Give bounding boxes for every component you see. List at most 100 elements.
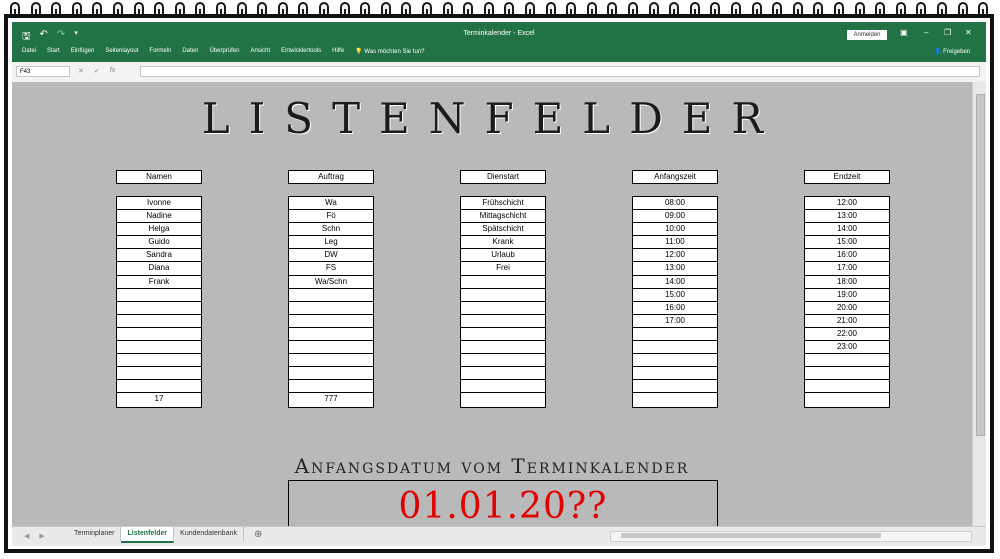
list-cell[interactable]: 10:00 [633,223,717,237]
horizontal-scrollbar[interactable] [610,531,972,542]
tell-me-search[interactable]: 💡 Was möchten Sie tun? [355,48,424,55]
list-cell[interactable]: Mittagschicht [461,210,545,224]
list-cell[interactable] [289,367,373,381]
list-cell[interactable]: 17:00 [633,315,717,328]
list-cell[interactable] [805,354,889,368]
list-box[interactable]: 08:00 09:00 10:00 11:00 12:00 13:00 14:00 15:00… [632,196,718,408]
sheet-tab[interactable]: Terminplaner [68,527,122,541]
list-cell[interactable] [289,354,373,368]
list-cell[interactable]: 13:00 [633,262,717,276]
list-cell[interactable]: Wa/Schn [289,276,373,289]
cancel-icon[interactable]: ✕ [78,67,84,75]
list-cell[interactable]: 14:00 [633,276,717,289]
list-cell[interactable] [633,354,717,368]
list-cell[interactable]: DW [289,249,373,263]
list-cell[interactable]: 18:00 [805,276,889,289]
worksheet-area[interactable]: LISTENFELDER Namen Ivonne Nadine Helga Guido… [12,82,972,534]
list-cell[interactable]: 17:00 [805,262,889,276]
list-cell[interactable]: Fö [289,210,373,224]
list-cell[interactable] [289,289,373,302]
formula-input[interactable] [140,66,980,77]
list-cell[interactable]: Leg [289,236,373,250]
list-cell[interactable]: 13:00 [805,210,889,224]
list-cell[interactable]: Frei [461,262,545,276]
list-cell[interactable]: Schn [289,223,373,237]
close-icon[interactable]: ✕ [965,28,972,37]
list-cell[interactable] [461,328,545,342]
list-cell[interactable] [289,341,373,355]
list-cell[interactable]: 777 [289,393,373,406]
list-cell[interactable] [117,367,201,381]
share-button[interactable]: 👤 Freigeben [934,48,970,55]
list-cell[interactable]: 23:00 [805,341,889,355]
list-box[interactable]: 12:00 13:00 14:00 15:00 16:00 17:00 18:00 19:00… [804,196,890,408]
list-cell[interactable] [117,380,201,394]
menu-item[interactable]: Ansicht [250,48,270,55]
list-cell[interactable] [117,302,201,315]
list-cell[interactable] [461,302,545,315]
sheet-tab[interactable]: Kundendatenbank [174,527,244,541]
list-cell[interactable] [805,367,889,381]
menu-item[interactable]: Hilfe [332,48,344,55]
ribbon-display-icon[interactable]: ▣ [900,28,908,37]
list-cell[interactable]: 21:00 [805,315,889,328]
list-cell[interactable] [461,289,545,302]
list-cell[interactable] [117,289,201,302]
list-cell[interactable]: Helga [117,223,201,237]
list-cell[interactable]: 09:00 [633,210,717,224]
menu-item[interactable]: Datei [22,48,36,55]
list-box[interactable]: Frühschicht Mittagschicht Spätschicht Krank… [460,196,546,408]
sign-in-button[interactable]: Anmelden [847,30,887,40]
minimize-icon[interactable]: – [924,28,928,37]
list-cell[interactable] [461,367,545,381]
list-cell[interactable]: Diana [117,262,201,276]
list-cell[interactable] [633,393,717,406]
vertical-scrollbar[interactable] [972,82,986,526]
list-cell[interactable] [633,328,717,342]
list-cell[interactable] [117,341,201,355]
list-cell[interactable] [805,393,889,406]
list-cell[interactable] [633,341,717,355]
list-cell[interactable]: Frühschicht [461,197,545,211]
list-cell[interactable]: Frank [117,276,201,289]
list-box[interactable]: Ivonne Nadine Helga Guido Sandra Diana Frank 17 [116,196,202,408]
list-cell[interactable] [289,380,373,394]
horizontal-scroll-thumb[interactable] [621,533,881,538]
list-cell[interactable]: Krank [461,236,545,250]
list-cell[interactable] [117,354,201,368]
list-cell[interactable] [805,380,889,394]
list-cell[interactable]: Sandra [117,249,201,263]
list-cell[interactable]: FS [289,262,373,276]
list-cell[interactable] [289,315,373,328]
menu-item[interactable]: Seitenlayout [105,48,138,55]
list-cell[interactable]: 12:00 [633,249,717,263]
list-cell[interactable] [633,367,717,381]
restore-icon[interactable]: ❐ [944,28,951,37]
list-cell[interactable] [633,380,717,394]
vertical-scroll-thumb[interactable] [976,94,985,436]
list-cell[interactable] [117,315,201,328]
list-cell[interactable] [117,328,201,342]
list-cell[interactable]: 12:00 [805,197,889,211]
list-cell[interactable]: 11:00 [633,236,717,250]
list-cell[interactable] [461,276,545,289]
list-cell[interactable] [461,393,545,406]
list-cell[interactable]: 08:00 [633,197,717,211]
fx-icon[interactable]: fx [110,67,115,75]
list-cell[interactable] [461,380,545,394]
list-cell[interactable]: 15:00 [633,289,717,302]
list-cell[interactable] [461,341,545,355]
tab-next-icon[interactable]: ▶ [39,532,44,540]
menu-item[interactable]: Daten [182,48,198,55]
list-cell[interactable] [289,302,373,315]
sheet-tab[interactable]: Listenfelder [121,527,175,543]
list-cell[interactable]: 19:00 [805,289,889,302]
list-cell[interactable]: 22:00 [805,328,889,342]
list-cell[interactable]: Urlaub [461,249,545,263]
list-cell[interactable]: Wa [289,197,373,211]
list-cell[interactable]: Guido [117,236,201,250]
list-cell[interactable]: Spätschicht [461,223,545,237]
menu-item[interactable]: Start [47,48,60,55]
list-cell[interactable]: 16:00 [805,249,889,263]
list-box[interactable]: Wa Fö Schn Leg DW FS Wa/Schn 777 [288,196,374,408]
